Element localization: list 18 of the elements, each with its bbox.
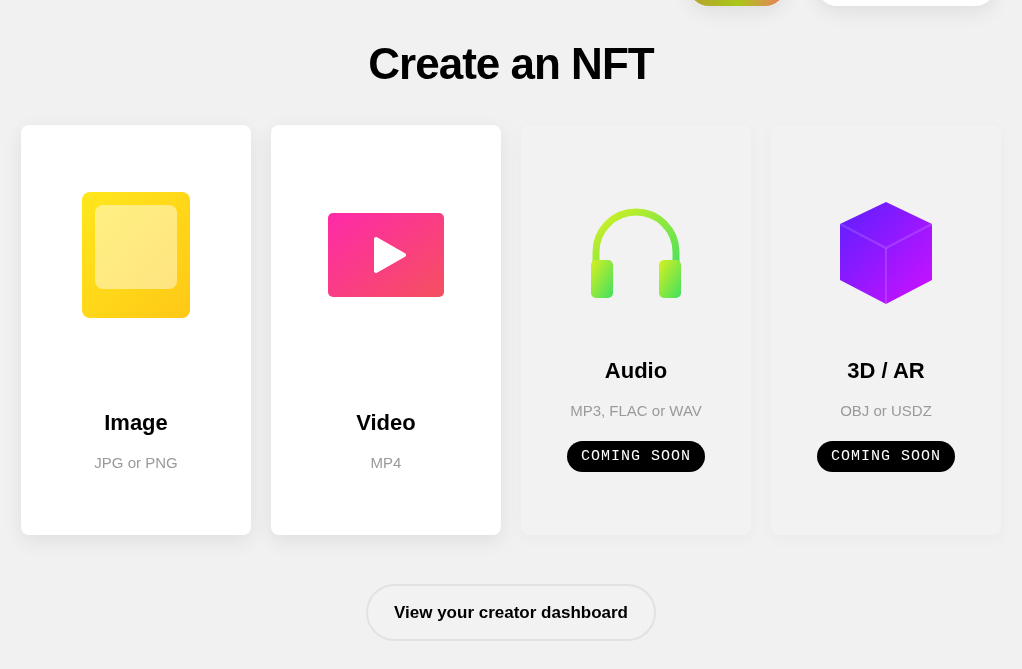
tablet-icon — [82, 191, 190, 318]
card-formats: MP3, FLAC or WAV — [570, 402, 702, 419]
cube-icon — [840, 202, 932, 304]
card-title: Image — [104, 409, 168, 436]
coming-soon-badge: COMING SOON — [817, 441, 955, 472]
card-formats: MP4 — [370, 453, 402, 471]
card-formats: OBJ or USDZ — [840, 402, 932, 419]
card-title: Video — [356, 409, 416, 436]
media-type-card[interactable]: Video MP4 — [271, 125, 501, 535]
card-formats: JPG or PNG — [94, 453, 178, 471]
card-title: Audio — [604, 358, 668, 384]
coming-soon-badge: COMING SOON — [567, 441, 705, 472]
media-type-card[interactable]: Image JPG or PNG — [21, 125, 251, 535]
headphones-icon — [589, 206, 683, 300]
dashboard-button[interactable]: View your creator dashboard — [366, 584, 656, 641]
play-icon — [328, 212, 444, 297]
page-title: Create an NFT — [368, 42, 654, 86]
card-title: 3D / AR — [847, 358, 925, 384]
